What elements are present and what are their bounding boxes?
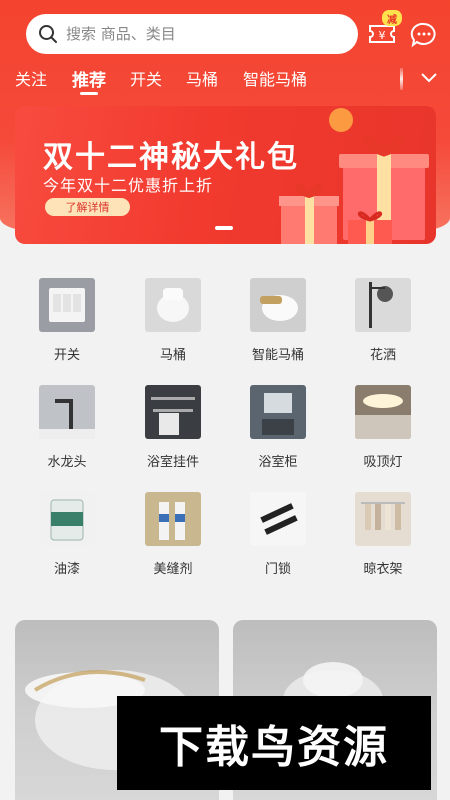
category-label: 水龙头 bbox=[47, 455, 87, 470]
tab-smart-toilet[interactable]: 智能马桶 bbox=[243, 66, 307, 90]
smart-toilet-thumbnail bbox=[250, 278, 306, 332]
category-item[interactable]: 美缝剂 bbox=[128, 480, 218, 580]
tabs-fade-divider bbox=[400, 68, 403, 90]
clothes-rack-thumbnail bbox=[355, 492, 411, 546]
category-label: 美缝剂 bbox=[153, 562, 193, 577]
small-gift-box-icon bbox=[279, 183, 339, 244]
category-label: 晾衣架 bbox=[363, 562, 403, 577]
switch-thumbnail bbox=[39, 278, 95, 332]
bathroom-hardware-thumbnail bbox=[145, 385, 201, 439]
tab-follow[interactable]: 关注 bbox=[15, 66, 47, 90]
chevron-down-icon[interactable] bbox=[418, 66, 440, 88]
category-label: 门锁 bbox=[264, 562, 291, 577]
category-label: 吸顶灯 bbox=[363, 455, 403, 470]
search-row: ¥ 减 bbox=[0, 10, 450, 54]
category-item[interactable]: 智能马桶 bbox=[233, 266, 323, 366]
banner-title: 双十二神秘大礼包 bbox=[43, 140, 299, 175]
bathroom-cabinet-thumbnail bbox=[250, 385, 306, 439]
banner-page-indicator bbox=[215, 226, 233, 230]
tab-recommend[interactable]: 推荐 bbox=[72, 66, 106, 91]
paint-thumbnail bbox=[39, 492, 95, 546]
tab-toilet[interactable]: 马桶 bbox=[186, 66, 218, 90]
message-icon[interactable] bbox=[410, 21, 438, 49]
door-lock-thumbnail bbox=[250, 492, 306, 546]
category-item[interactable]: 门锁 bbox=[233, 480, 323, 580]
banner-subtitle: 今年双十二优惠折上折 bbox=[43, 176, 214, 195]
category-item[interactable]: 浴室柜 bbox=[233, 373, 323, 473]
grout-thumbnail bbox=[145, 492, 201, 546]
search-input[interactable] bbox=[66, 25, 326, 43]
ceiling-light-thumbnail bbox=[355, 385, 411, 439]
category-item[interactable]: 开关 bbox=[22, 266, 112, 366]
promo-banner[interactable]: 双十二神秘大礼包 今年双十二优惠折上折 了解详情 bbox=[15, 106, 436, 244]
category-item[interactable]: 花洒 bbox=[338, 266, 428, 366]
category-item[interactable]: 吸顶灯 bbox=[338, 373, 428, 473]
category-item[interactable]: 晾衣架 bbox=[338, 480, 428, 580]
faucet-thumbnail bbox=[39, 385, 95, 439]
toilet-thumbnail bbox=[145, 278, 201, 332]
category-grid: 开关 马桶 智能马桶 花洒 水龙头 浴室挂件 浴室柜 吸顶灯 油漆 美缝剂 门锁… bbox=[0, 266, 450, 586]
category-label: 油漆 bbox=[53, 562, 80, 577]
category-item[interactable]: 马桶 bbox=[128, 266, 218, 366]
category-label: 开关 bbox=[53, 348, 80, 363]
tiny-gift-box-icon bbox=[348, 211, 392, 244]
svg-text:¥: ¥ bbox=[379, 29, 386, 42]
shower-thumbnail bbox=[355, 278, 411, 332]
search-bar[interactable] bbox=[26, 14, 358, 54]
category-label: 浴室柜 bbox=[258, 455, 298, 470]
search-icon bbox=[39, 25, 57, 43]
category-label: 浴室挂件 bbox=[146, 455, 199, 470]
active-tab-indicator bbox=[80, 92, 98, 95]
category-label: 智能马桶 bbox=[251, 348, 304, 363]
banner-details-button[interactable]: 了解详情 bbox=[45, 198, 130, 216]
coupon-badge: 减 bbox=[382, 10, 402, 26]
category-label: 马桶 bbox=[159, 348, 186, 363]
category-item[interactable]: 油漆 bbox=[22, 480, 112, 580]
category-item[interactable]: 水龙头 bbox=[22, 373, 112, 473]
balloon-icon bbox=[329, 108, 353, 132]
category-label: 花洒 bbox=[369, 348, 396, 363]
category-tabs: 关注 推荐 开关 马桶 智能马桶 bbox=[0, 66, 450, 96]
tab-switch[interactable]: 开关 bbox=[130, 66, 162, 90]
watermark-logo: 下载鸟资源 bbox=[117, 696, 431, 790]
category-item[interactable]: 浴室挂件 bbox=[128, 373, 218, 473]
